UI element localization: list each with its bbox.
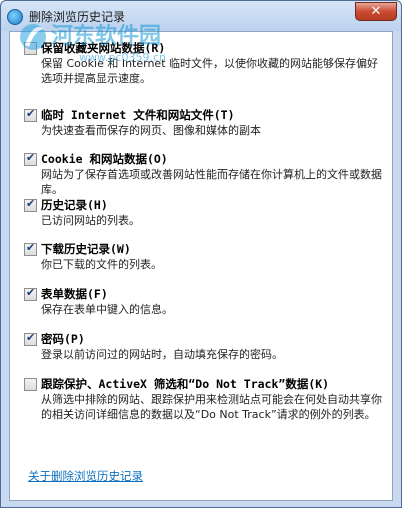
checkbox[interactable]	[24, 378, 37, 391]
option-description: 网站为了保存首选项或改善网站性能而存储在你计算机上的文件或数据库。	[41, 168, 382, 196]
option-description: 登录以前访问过的网站时，自动填充保存的密码。	[41, 348, 283, 361]
option-tracking-protection[interactable]: 跟踪保护、ActiveX 筛选和“Do Not Track”数据(K) 从筛选中…	[24, 376, 384, 440]
option-description: 为快速查看而保存的网页、图像和媒体的副本	[41, 124, 261, 137]
window-title: 删除浏览历史记录	[29, 10, 126, 24]
title-bar: 删除浏览历史记录 ✕	[1, 1, 401, 31]
option-description: 从筛选中排除的网站、跟踪保护用来检测站点可能会在何处自动共享你的相关访问详细信息…	[41, 393, 382, 421]
checkbox[interactable]	[24, 197, 37, 212]
option-label[interactable]: 历史记录(H)	[41, 197, 108, 213]
option-label[interactable]: 跟踪保护、ActiveX 筛选和“Do Not Track”数据(K)	[41, 376, 329, 392]
option-cookies[interactable]: Cookie 和网站数据(O) 网站为了保存首选项或改善网站性能而存储在你计算机…	[24, 151, 384, 196]
option-label[interactable]: Cookie 和网站数据(O)	[41, 151, 168, 167]
checkbox[interactable]	[24, 42, 37, 55]
option-label[interactable]: 下载历史记录(W)	[41, 241, 131, 257]
option-label[interactable]: 密码(P)	[41, 331, 85, 347]
checkbox[interactable]	[24, 286, 37, 301]
option-history[interactable]: 历史记录(H) 已访问网站的列表。	[24, 197, 384, 231]
internet-explorer-icon	[7, 9, 23, 25]
checkbox[interactable]	[24, 241, 37, 256]
option-label[interactable]: 临时 Internet 文件和网站文件(T)	[41, 107, 235, 123]
option-download-history[interactable]: 下载历史记录(W) 你已下载的文件的列表。	[24, 241, 384, 275]
option-label[interactable]: 表单数据(F)	[41, 286, 108, 302]
checkbox[interactable]	[24, 151, 37, 166]
close-button[interactable]: ✕	[355, 2, 397, 21]
option-description: 保存在表单中键入的信息。	[41, 303, 173, 316]
option-preserve-favorites[interactable]: 保留收藏夹网站数据(R) 保留 Cookie 和 Internet 临时文件，以…	[24, 40, 384, 85]
about-delete-history-link[interactable]: 关于删除浏览历史记录	[28, 468, 143, 484]
option-description: 已访问网站的列表。	[41, 214, 140, 227]
option-temporary-files[interactable]: 临时 Internet 文件和网站文件(T) 为快速查看而保存的网页、图像和媒体…	[24, 107, 384, 143]
checkbox[interactable]	[24, 107, 37, 122]
checkbox[interactable]	[24, 331, 37, 346]
option-label[interactable]: 保留收藏夹网站数据(R)	[41, 40, 165, 56]
delete-browsing-history-dialog: 删除浏览历史记录 ✕ 保留收藏夹网站数据(R) 保留 Cookie 和 Inte…	[0, 0, 402, 508]
option-description: 你已下载的文件的列表。	[41, 258, 162, 271]
option-passwords[interactable]: 密码(P) 登录以前访问过的网站时，自动填充保存的密码。	[24, 331, 384, 365]
option-description: 保留 Cookie 和 Internet 临时文件，以使你收藏的网站能够保存偏好…	[41, 57, 378, 85]
options-pane: 保留收藏夹网站数据(R) 保留 Cookie 和 Internet 临时文件，以…	[9, 31, 393, 501]
option-form-data[interactable]: 表单数据(F) 保存在表单中键入的信息。	[24, 286, 384, 320]
